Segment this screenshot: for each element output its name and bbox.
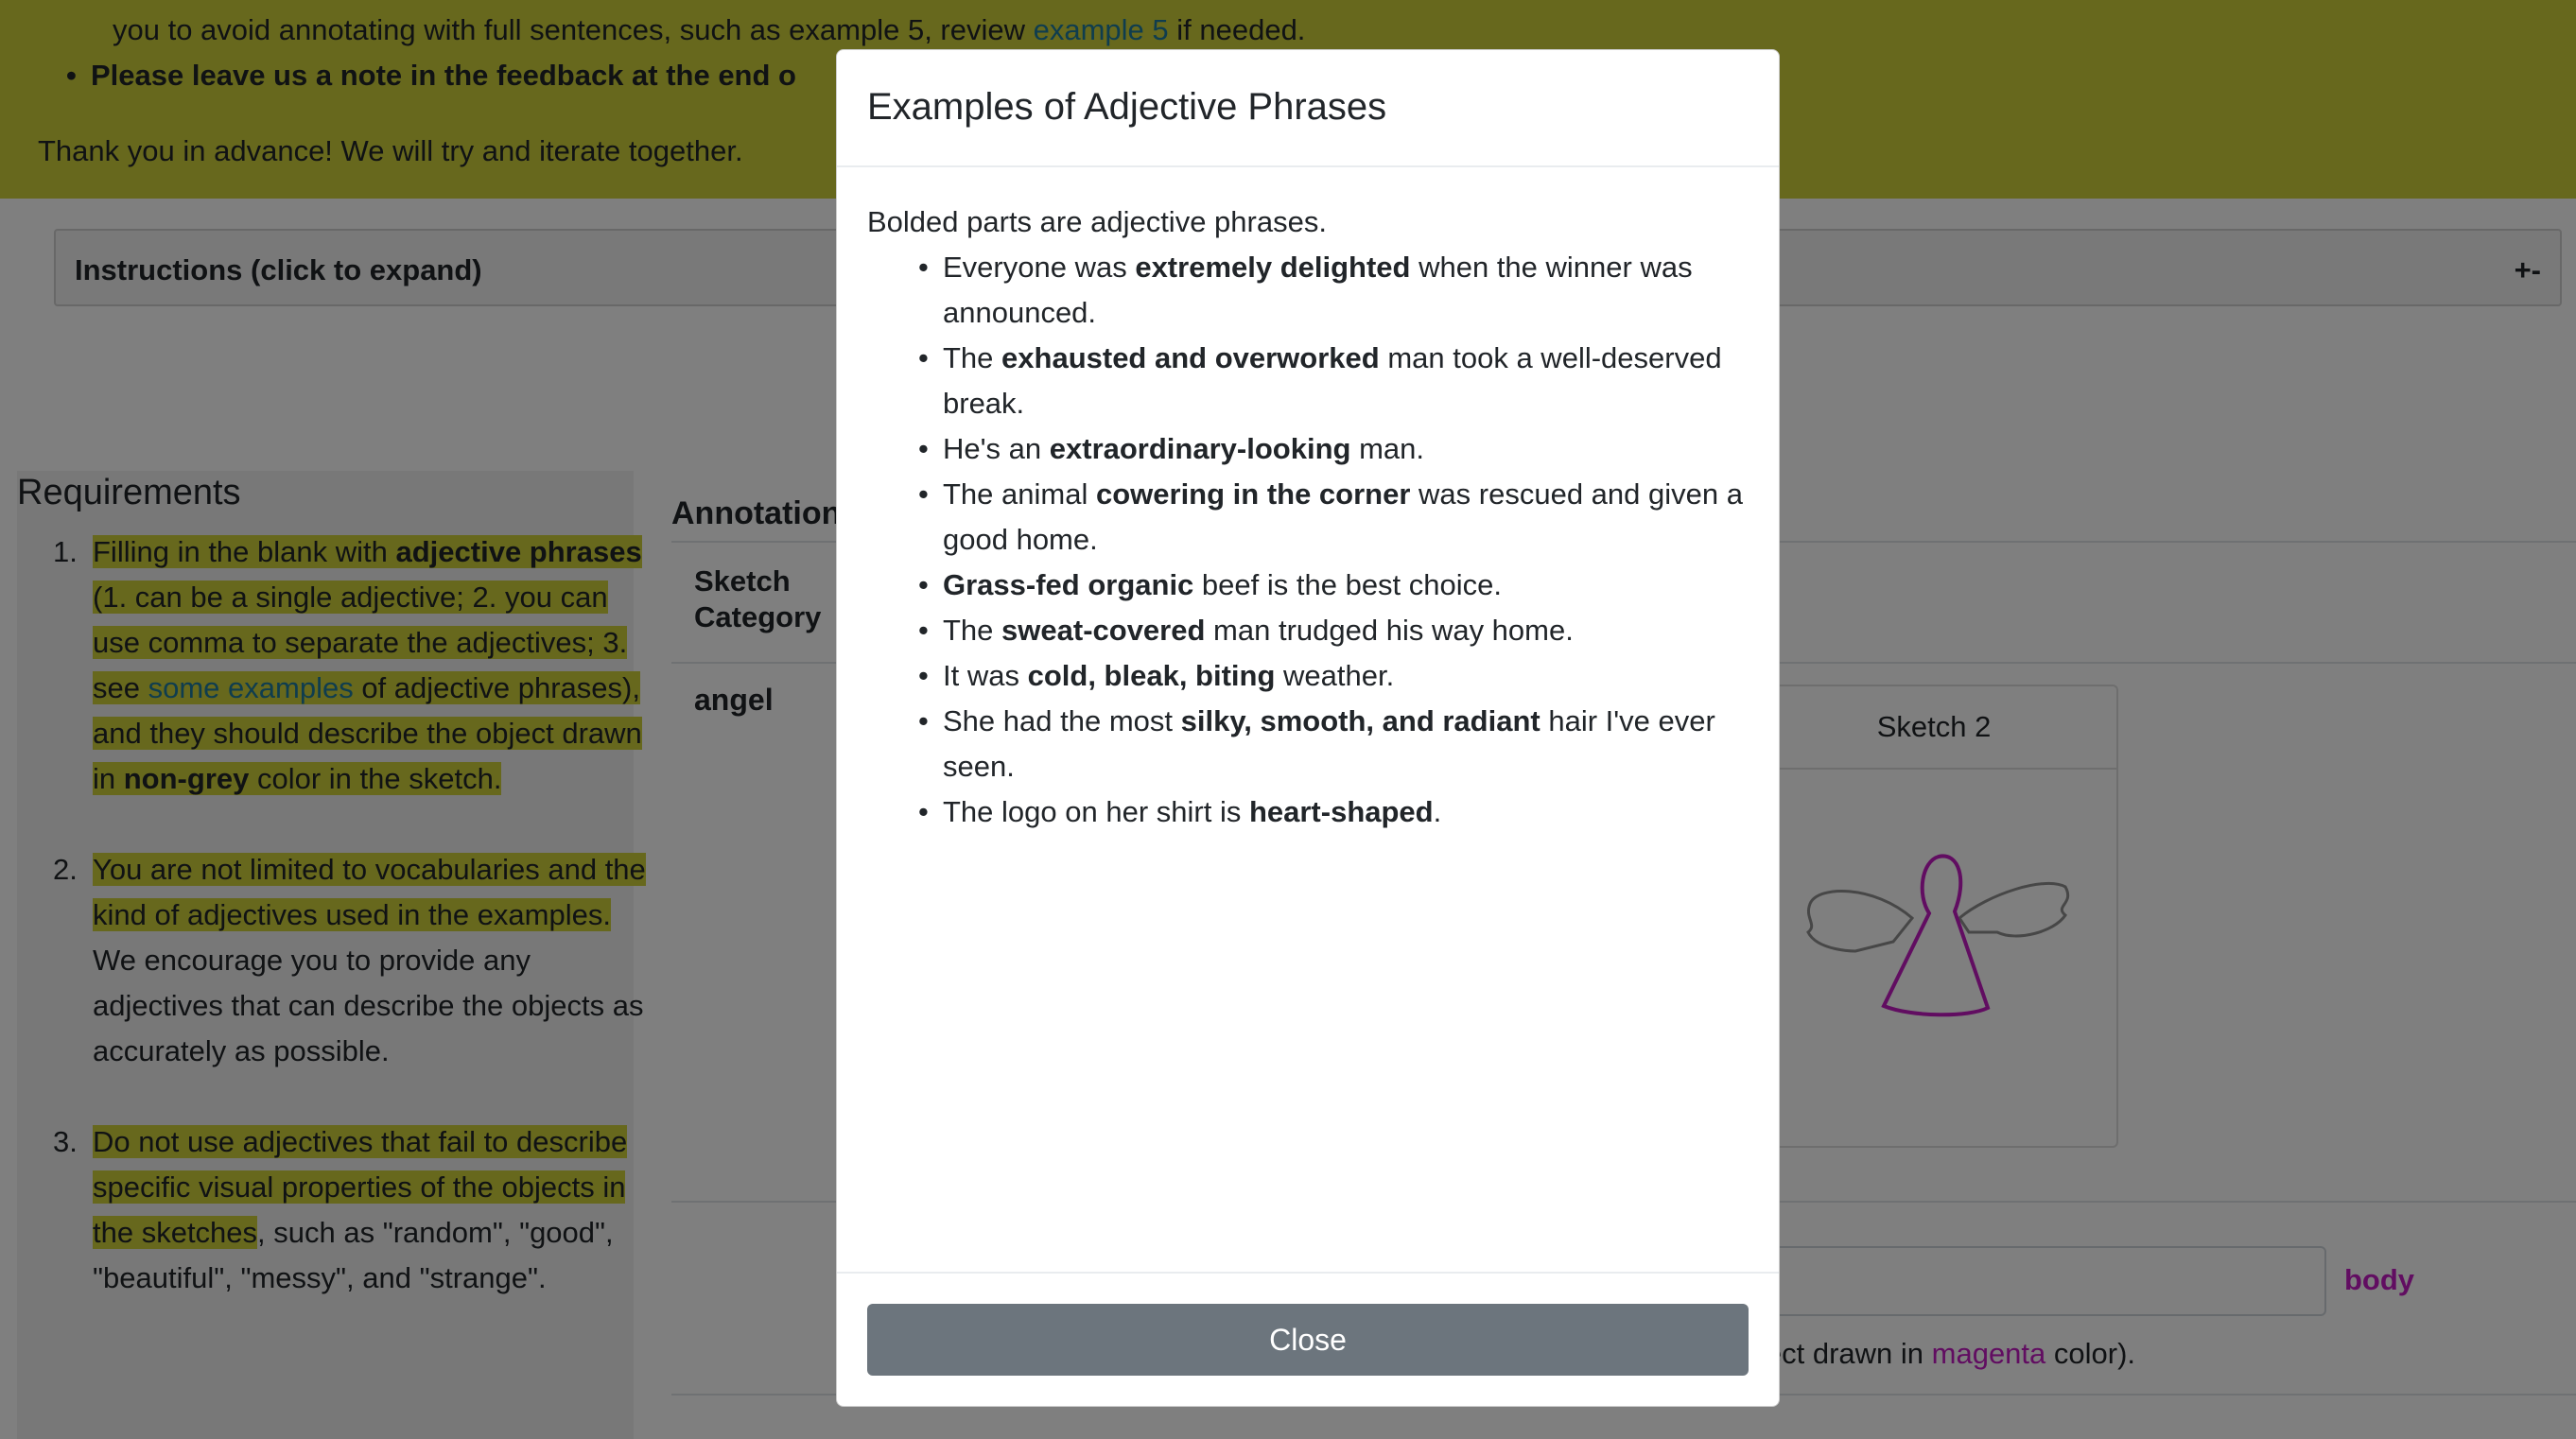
modal-header: Examples of Adjective Phrases <box>837 50 1779 167</box>
example-item: It was cold, bleak, biting weather. <box>918 653 1756 699</box>
modal-body: Bolded parts are adjective phrases. Ever… <box>867 199 1756 835</box>
example-item: The exhausted and overworked man took a … <box>918 336 1756 426</box>
modal-title: Examples of Adjective Phrases <box>867 86 1387 128</box>
close-button[interactable]: Close <box>867 1304 1749 1376</box>
example-item: He's an extraordinary-looking man. <box>918 426 1756 472</box>
modal-footer: Close <box>837 1272 1779 1408</box>
example-item: The sweat-covered man trudged his way ho… <box>918 608 1756 653</box>
examples-modal: Examples of Adjective Phrases Bolded par… <box>836 49 1780 1407</box>
examples-list: Everyone was extremely delighted when th… <box>918 245 1756 835</box>
example-item: Everyone was extremely delighted when th… <box>918 245 1756 336</box>
example-item: Grass-fed organic beef is the best choic… <box>918 563 1756 608</box>
modal-intro: Bolded parts are adjective phrases. <box>867 205 1327 238</box>
example-item: The animal cowering in the corner was re… <box>918 472 1756 563</box>
example-item: She had the most silky, smooth, and radi… <box>918 699 1756 789</box>
example-item: The logo on her shirt is heart-shaped. <box>918 789 1756 835</box>
